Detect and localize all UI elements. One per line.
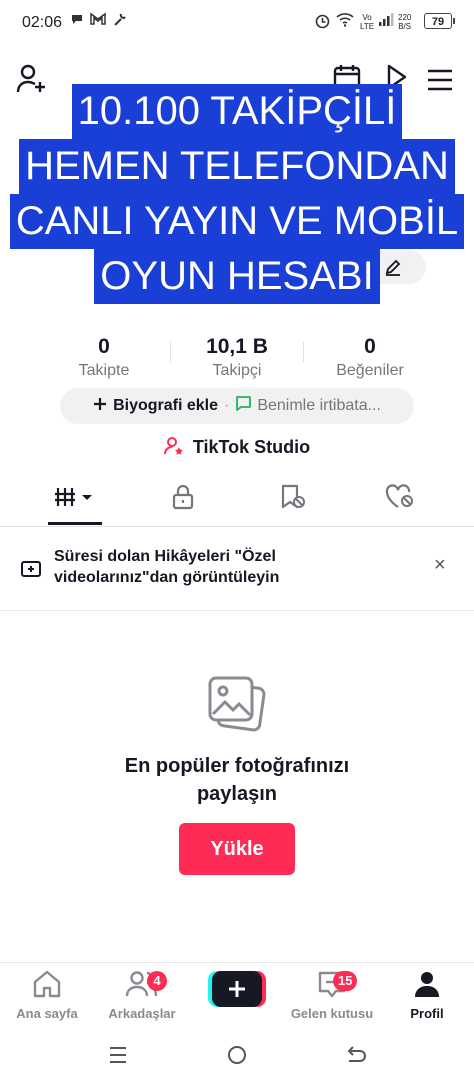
chat-icon: [235, 395, 252, 417]
stat-divider: [170, 342, 171, 362]
network-type-top: Vo: [362, 13, 372, 22]
system-nav: [0, 1030, 474, 1080]
status-time: 02:06: [22, 14, 63, 31]
network-type: Vo LTE: [360, 13, 374, 31]
heart-hidden-icon: [385, 483, 415, 515]
photo-icon: [206, 674, 268, 741]
notice-text: Süresi dolan Hikâyeleri "Özel videoların…: [54, 546, 279, 588]
nav-home[interactable]: Ana sayfa: [0, 969, 94, 1021]
network-speed-value: 220: [398, 13, 412, 22]
notice-line-2: videolarınız"dan görüntüleyin: [54, 569, 280, 586]
nav-profile-label: Profil: [410, 1006, 444, 1021]
studio-icon: [163, 436, 184, 461]
banner-line-1: 10.100 TAKİPÇİLİ: [71, 84, 403, 139]
recent-apps-icon[interactable]: [108, 1046, 128, 1069]
banner-line-3: CANLI YAYIN VE MOBİL: [9, 194, 465, 249]
lock-icon: [171, 484, 195, 515]
wrench-icon: [112, 12, 127, 31]
back-icon[interactable]: [345, 1045, 367, 1070]
signal-icon: [378, 12, 394, 30]
contact-label: Benimle irtibata...: [257, 397, 381, 414]
stat-following[interactable]: 0 Takipte: [44, 335, 164, 380]
upload-button[interactable]: Yükle: [179, 823, 295, 875]
tiktok-studio-link[interactable]: TikTok Studio: [0, 436, 474, 461]
friends-badge: 4: [147, 971, 167, 991]
network-speed: 220 B/S: [398, 13, 411, 31]
stat-followers-value: 10,1 B: [206, 335, 268, 358]
contact-button[interactable]: Benimle irtibata...: [235, 395, 381, 417]
create-icon: [212, 971, 262, 1007]
notice-line-1: Süresi dolan Hikâyeleri "Özel: [54, 548, 276, 565]
plus-icon: [93, 397, 107, 416]
alarm-icon: [314, 12, 331, 33]
nav-profile[interactable]: Profil: [380, 969, 474, 1021]
banner-line-4: OYUN HESABI: [94, 249, 380, 304]
wifi-icon: [336, 12, 354, 31]
profile-banner-text: 10.100 TAKİPÇİLİ HEMEN TELEFONDAN CANLI …: [0, 84, 474, 304]
tab-favorites[interactable]: [262, 474, 322, 524]
active-tab-indicator: [48, 522, 102, 525]
stat-followers[interactable]: 10,1 B Takipçi: [177, 335, 297, 380]
stat-likes-value: 0: [364, 335, 376, 358]
tab-liked[interactable]: [370, 474, 430, 524]
nav-inbox[interactable]: Gelen kutusu 15: [285, 969, 379, 1021]
nav-inbox-label: Gelen kutusu: [290, 1006, 374, 1021]
profile-icon: [412, 972, 442, 1003]
add-bio-label: Biyografi ekle: [113, 397, 218, 414]
story-notice[interactable]: Süresi dolan Hikâyeleri "Özel videoların…: [0, 526, 474, 611]
grid-icon: [54, 486, 94, 513]
gmail-icon: [90, 12, 106, 30]
home-icon: [31, 970, 63, 1003]
stat-following-label: Takipte: [78, 362, 130, 379]
profile-tabs: [0, 474, 474, 527]
empty-state-title: En popüler fotoğrafınızı paylaşın: [0, 752, 474, 808]
stat-divider: [303, 342, 304, 362]
stat-followers-label: Takipçi: [212, 362, 262, 379]
nav-friends[interactable]: Arkadaşlar 4: [95, 969, 189, 1021]
stat-likes[interactable]: 0 Beğeniler: [310, 335, 430, 380]
home-button-icon[interactable]: [227, 1045, 247, 1070]
nav-home-label: Ana sayfa: [16, 1006, 78, 1021]
bio-actions: Biyografi ekle · Benimle irtibata...: [60, 388, 414, 424]
empty-title-line-1: En popüler fotoğrafınızı: [124, 755, 350, 777]
bio-separator: ·: [224, 397, 230, 414]
tab-private[interactable]: [153, 474, 213, 524]
nav-friends-label: Arkadaşlar: [108, 1006, 176, 1021]
network-speed-unit: B/S: [398, 22, 412, 31]
empty-title-line-2: paylaşın: [196, 783, 278, 805]
stat-likes-label: Beğeniler: [336, 362, 404, 379]
create-button[interactable]: [208, 971, 266, 1007]
bottom-nav: Ana sayfa Arkadaşlar 4 Gelen kutusu 15 P…: [0, 962, 474, 1031]
stat-following-value: 0: [98, 335, 110, 358]
close-icon[interactable]: ×: [434, 554, 446, 577]
banner-line-2: HEMEN TELEFONDAN: [19, 139, 455, 194]
battery-indicator: 79: [424, 13, 455, 29]
bookmark-hidden-icon: [278, 484, 306, 515]
status-bar: 02:06 Vo LTE 220 B/S 79: [0, 0, 474, 46]
story-icon: [20, 556, 42, 583]
add-bio-button[interactable]: Biyografi ekle: [93, 397, 218, 416]
studio-label: TikTok Studio: [192, 437, 311, 457]
tab-videos[interactable]: [44, 474, 104, 524]
inbox-badge: 15: [333, 971, 358, 991]
network-type-bottom: LTE: [360, 22, 375, 31]
chat-notification-icon: [70, 12, 84, 30]
